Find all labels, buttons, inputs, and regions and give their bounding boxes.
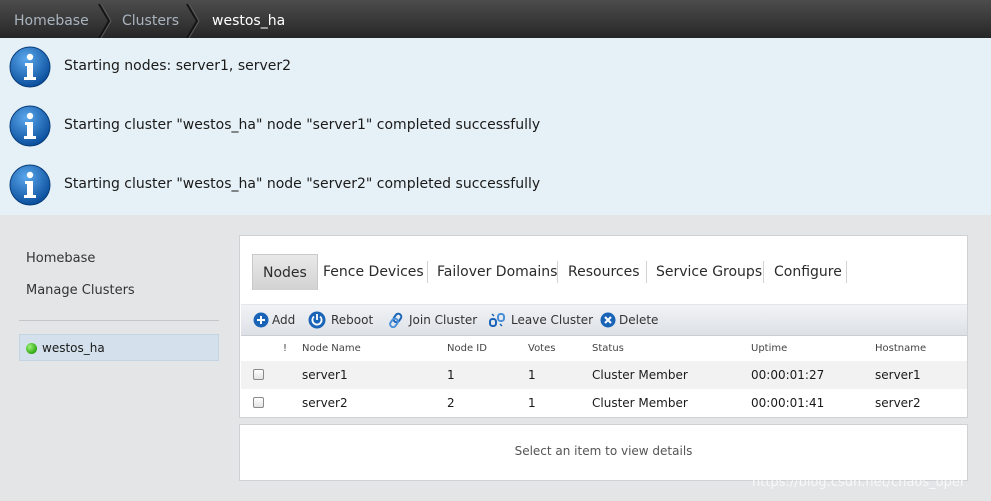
column-header-alert[interactable]: !	[283, 343, 287, 354]
table-header: ! Node Name Node ID Votes Status Uptime …	[241, 335, 967, 361]
tab-nodes[interactable]: Nodes	[252, 254, 318, 290]
toolbar: Add Reboot Join Cluster Leave Cluster De…	[241, 304, 967, 336]
info-icon	[9, 164, 51, 206]
tab-resources[interactable]: Resources	[558, 254, 650, 290]
cell-node-name: server1	[302, 368, 348, 382]
cell-votes: 1	[528, 396, 536, 410]
table-row[interactable]: server1 1 1 Cluster Member 00:00:01:27 s…	[241, 361, 967, 389]
cell-node-name: server2	[302, 396, 348, 410]
tab-separator	[846, 261, 847, 283]
info-icon	[9, 46, 51, 88]
table-row[interactable]: server2 2 1 Cluster Member 00:00:01:41 s…	[241, 389, 967, 417]
column-header-node-name[interactable]: Node Name	[302, 343, 361, 354]
nodes-panel: Nodes Fence Devices Failover Domains Res…	[239, 235, 968, 418]
breadcrumb: Homebase Clusters westos_ha	[0, 0, 991, 39]
tab-failover-domains[interactable]: Failover Domains	[427, 254, 567, 290]
sidebar-item-cluster[interactable]: westos_ha	[19, 334, 219, 361]
breadcrumb-separator-icon	[186, 4, 200, 38]
delete-icon	[600, 312, 616, 328]
cell-votes: 1	[528, 368, 536, 382]
row-checkbox[interactable]	[253, 369, 264, 380]
notification: Starting cluster "westos_ha" node "serve…	[0, 164, 991, 208]
sidebar-link-manage-clusters[interactable]: Manage Clusters	[26, 283, 135, 298]
cell-status: Cluster Member	[592, 368, 688, 382]
notification-text: Starting cluster "westos_ha" node "serve…	[64, 176, 541, 192]
add-icon	[253, 312, 269, 328]
notification: Starting nodes: server1, server2	[0, 46, 991, 90]
column-header-status[interactable]: Status	[592, 343, 624, 354]
sidebar-cluster-label: westos_ha	[42, 341, 105, 355]
link-icon	[389, 312, 403, 328]
breadcrumb-homebase[interactable]: Homebase	[14, 0, 89, 38]
status-dot-icon	[26, 343, 37, 354]
row-checkbox[interactable]	[253, 397, 264, 408]
watermark: https://blog.csdn.net/chaos_oper	[752, 475, 966, 490]
column-header-votes[interactable]: Votes	[528, 343, 555, 354]
cell-uptime: 00:00:01:27	[751, 368, 825, 382]
sidebar-link-homebase[interactable]: Homebase	[26, 251, 95, 266]
tab-service-groups[interactable]: Service Groups	[646, 254, 772, 290]
column-header-hostname[interactable]: Hostname	[875, 343, 926, 354]
sidebar-divider	[19, 320, 219, 321]
breadcrumb-current: westos_ha	[212, 13, 286, 29]
cell-hostname: server1	[875, 368, 921, 382]
cell-uptime: 00:00:01:41	[751, 396, 825, 410]
notification: Starting cluster "westos_ha" node "serve…	[0, 105, 991, 149]
details-panel: Select an item to view details	[239, 424, 968, 481]
breadcrumb-clusters[interactable]: Clusters	[122, 0, 179, 38]
cell-node-id: 2	[447, 396, 455, 410]
cell-hostname: server2	[875, 396, 921, 410]
tab-configure[interactable]: Configure	[764, 254, 852, 290]
cell-status: Cluster Member	[592, 396, 688, 410]
info-icon	[9, 105, 51, 147]
breadcrumb-separator-icon	[98, 4, 112, 38]
power-icon	[308, 311, 326, 329]
column-header-uptime[interactable]: Uptime	[751, 343, 787, 354]
details-placeholder: Select an item to view details	[514, 444, 693, 458]
column-header-node-id[interactable]: Node ID	[447, 343, 487, 354]
notification-area: Starting nodes: server1, server2 Startin…	[0, 38, 991, 215]
notification-text: Starting cluster "westos_ha" node "serve…	[64, 117, 541, 133]
cell-node-id: 1	[447, 368, 455, 382]
notification-text: Starting nodes: server1, server2	[64, 58, 292, 74]
tab-fence-devices[interactable]: Fence Devices	[313, 254, 434, 290]
unlink-icon	[489, 313, 505, 327]
